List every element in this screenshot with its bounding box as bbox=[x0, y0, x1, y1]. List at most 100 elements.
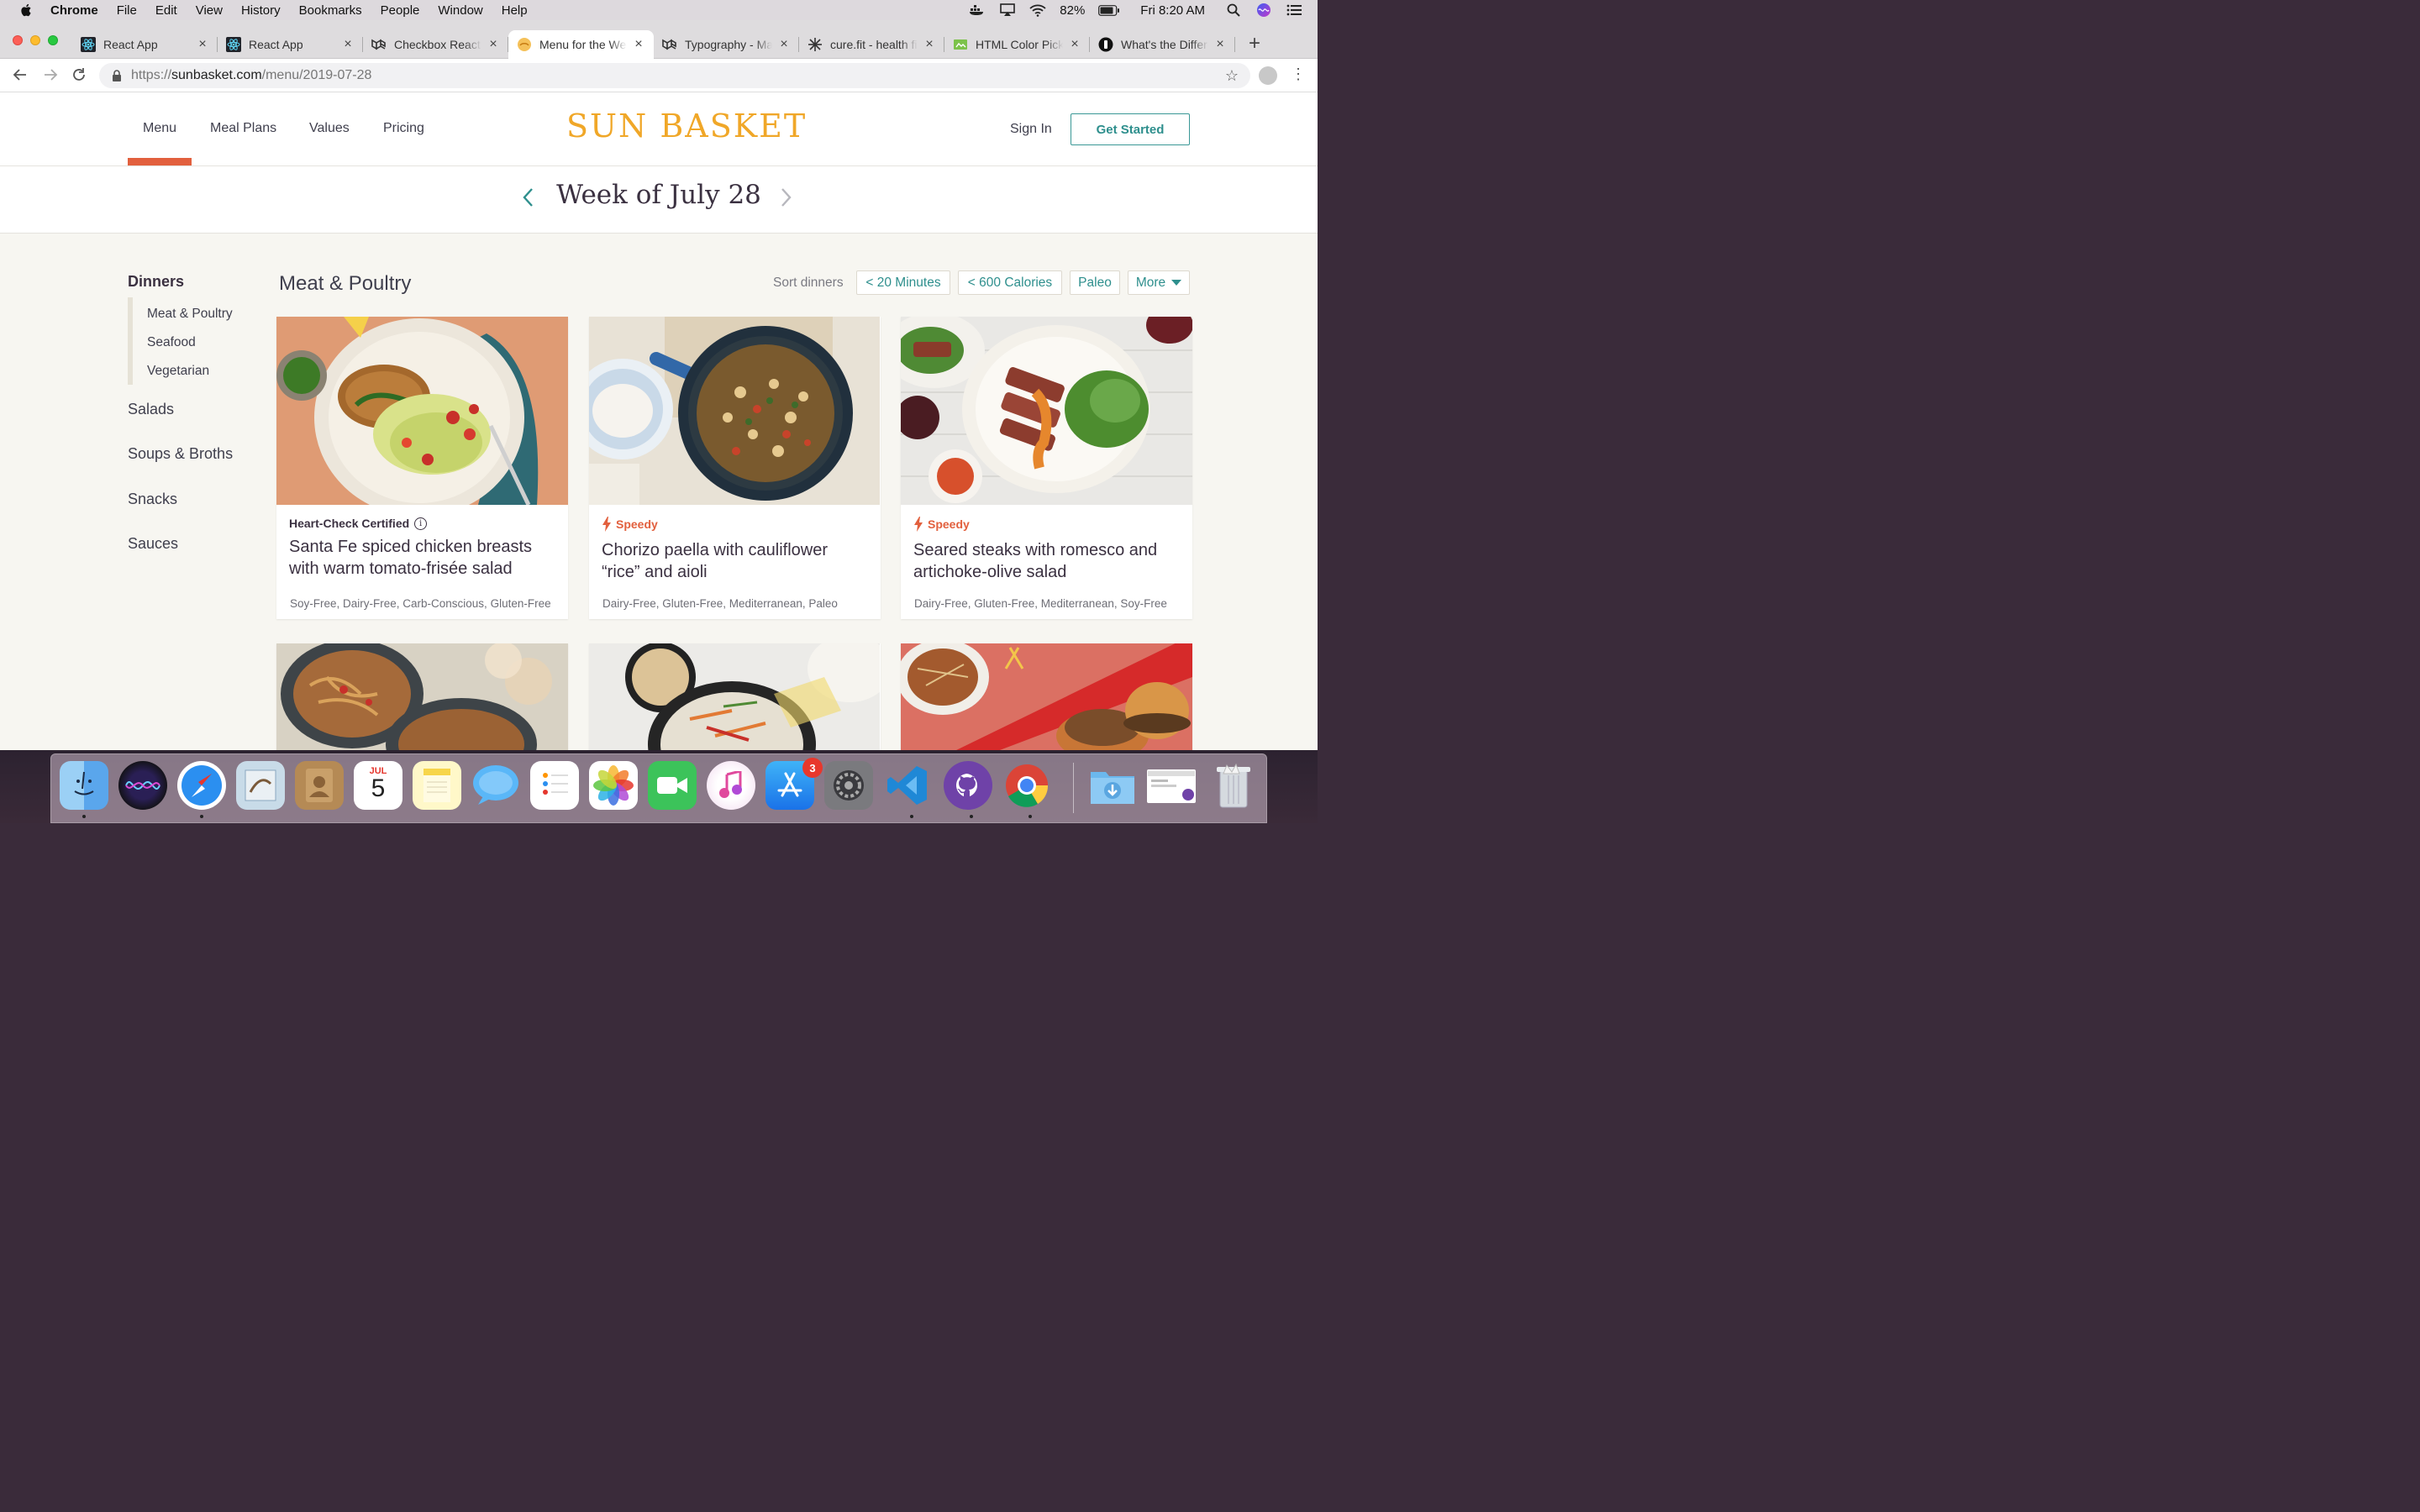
filter-more-dropdown[interactable]: More bbox=[1128, 270, 1190, 295]
itunes-icon[interactable] bbox=[707, 761, 755, 810]
menu-people[interactable]: People bbox=[381, 3, 420, 18]
nav-pricing[interactable]: Pricing bbox=[383, 121, 424, 136]
sidebar-item-salads[interactable]: Salads bbox=[128, 401, 174, 418]
recent-window-thumbnail-icon[interactable] bbox=[1147, 769, 1196, 803]
airplay-icon[interactable] bbox=[999, 3, 1016, 17]
recipe-photo-noodle-salad[interactable] bbox=[589, 643, 881, 750]
sign-in-link[interactable]: Sign In bbox=[1010, 122, 1052, 137]
docker-icon[interactable] bbox=[969, 3, 986, 17]
tab-curefit[interactable]: cure.fit - health fitness × bbox=[799, 30, 944, 59]
tab-close-icon[interactable]: × bbox=[487, 38, 500, 51]
recipe-title[interactable]: Chorizo paella with cauliflower “rice” a… bbox=[602, 539, 871, 583]
nav-values[interactable]: Values bbox=[309, 121, 350, 136]
recipe-photo-sliders[interactable] bbox=[901, 643, 1192, 750]
filter-under-20-minutes[interactable]: < 20 Minutes bbox=[856, 270, 950, 295]
tab-sunbasket-menu[interactable]: Menu for the Week × bbox=[508, 30, 654, 59]
recipe-card[interactable]: Heart-Check Certified i Santa Fe spiced … bbox=[276, 317, 568, 619]
recipe-photo-paella[interactable] bbox=[589, 317, 881, 505]
filter-paleo[interactable]: Paleo bbox=[1070, 270, 1120, 295]
siri-icon[interactable] bbox=[118, 761, 167, 810]
facetime-icon[interactable] bbox=[648, 761, 697, 810]
vscode-icon[interactable] bbox=[883, 761, 932, 810]
mail-icon[interactable] bbox=[236, 761, 285, 810]
tab-close-icon[interactable]: × bbox=[632, 38, 645, 51]
tab-close-icon[interactable]: × bbox=[923, 38, 936, 51]
trash-icon[interactable] bbox=[1209, 761, 1258, 810]
browser-menu-icon[interactable]: ⋮ bbox=[1291, 66, 1306, 82]
siri-icon[interactable] bbox=[1255, 3, 1272, 17]
calendar-icon[interactable]: JUL 5 bbox=[354, 761, 402, 810]
menu-help[interactable]: Help bbox=[502, 3, 528, 18]
reminders-icon[interactable] bbox=[530, 761, 579, 810]
forward-arrow-icon[interactable] bbox=[42, 67, 59, 84]
tab-close-icon[interactable]: × bbox=[196, 38, 209, 51]
bookmark-star-icon[interactable]: ☆ bbox=[1225, 67, 1239, 85]
recipe-card[interactable] bbox=[276, 643, 568, 750]
apple-logo-icon[interactable] bbox=[18, 3, 34, 18]
sidebar-item-meat-poultry[interactable]: Meat & Poultry bbox=[147, 307, 233, 322]
notes-icon[interactable] bbox=[413, 761, 461, 810]
back-arrow-icon[interactable] bbox=[12, 67, 29, 84]
messages-icon[interactable] bbox=[471, 761, 520, 810]
sidebar-item-sauces[interactable]: Sauces bbox=[128, 535, 178, 553]
menu-bookmarks[interactable]: Bookmarks bbox=[299, 3, 362, 18]
tab-html-color-picker[interactable]: HTML Color Picker × bbox=[944, 30, 1090, 59]
profile-avatar-icon[interactable] bbox=[1259, 66, 1277, 85]
battery-icon[interactable] bbox=[1098, 3, 1120, 17]
sidebar-dinners[interactable]: Dinners bbox=[128, 273, 184, 291]
info-icon[interactable]: i bbox=[414, 517, 428, 530]
tab-checkbox-react[interactable]: Checkbox React × bbox=[363, 30, 508, 59]
sunbasket-logo[interactable]: SUN BASKET bbox=[566, 108, 807, 144]
contacts-icon[interactable] bbox=[295, 761, 344, 810]
tab-close-icon[interactable]: × bbox=[1068, 38, 1081, 51]
reload-icon[interactable] bbox=[71, 67, 87, 84]
tab-react-app-1[interactable]: React App × bbox=[72, 30, 218, 59]
menu-window[interactable]: Window bbox=[438, 3, 482, 18]
notification-center-icon[interactable] bbox=[1286, 3, 1302, 17]
get-started-button[interactable]: Get Started bbox=[1071, 113, 1190, 145]
sidebar-item-soups-broths[interactable]: Soups & Broths bbox=[128, 445, 233, 463]
recipe-title[interactable]: Santa Fe spiced chicken breasts with war… bbox=[289, 536, 558, 580]
tab-typography[interactable]: Typography - Material × bbox=[654, 30, 799, 59]
downloads-folder-icon[interactable] bbox=[1088, 761, 1137, 810]
menu-app-name[interactable]: Chrome bbox=[50, 3, 98, 18]
tab-whats-the-difference[interactable]: What's the Difference × bbox=[1090, 30, 1235, 59]
window-close-button[interactable] bbox=[13, 35, 23, 45]
recipe-card[interactable] bbox=[901, 643, 1192, 750]
tab-close-icon[interactable]: × bbox=[341, 38, 355, 51]
github-desktop-icon[interactable] bbox=[944, 761, 992, 810]
menu-view[interactable]: View bbox=[196, 3, 223, 18]
recipe-photo-chicken[interactable] bbox=[276, 317, 568, 505]
nav-menu[interactable]: Menu bbox=[143, 121, 176, 136]
recipe-card[interactable]: Speedy Seared steaks with romesco and ar… bbox=[901, 317, 1192, 619]
menubar-clock[interactable]: Fri 8:20 AM bbox=[1140, 3, 1205, 18]
recipe-card[interactable] bbox=[589, 643, 881, 750]
tab-close-icon[interactable]: × bbox=[1213, 38, 1227, 51]
recipe-title[interactable]: Seared steaks with romesco and artichoke… bbox=[913, 539, 1182, 583]
next-week-icon[interactable] bbox=[780, 186, 793, 213]
system-preferences-icon[interactable] bbox=[824, 761, 873, 810]
tab-react-app-2[interactable]: React App × bbox=[218, 30, 363, 59]
menu-history[interactable]: History bbox=[241, 3, 281, 18]
recipe-photo-noodle-bowls[interactable] bbox=[276, 643, 568, 750]
tab-close-icon[interactable]: × bbox=[777, 38, 791, 51]
finder-icon[interactable] bbox=[60, 761, 108, 810]
menu-file[interactable]: File bbox=[117, 3, 137, 18]
nav-meal-plans[interactable]: Meal Plans bbox=[210, 121, 276, 136]
spotlight-search-icon[interactable] bbox=[1225, 3, 1242, 17]
safari-icon[interactable] bbox=[177, 761, 226, 810]
recipe-photo-steak[interactable] bbox=[901, 317, 1192, 505]
chrome-icon[interactable] bbox=[1002, 761, 1051, 810]
wifi-icon[interactable] bbox=[1029, 3, 1046, 17]
new-tab-button[interactable]: + bbox=[1249, 34, 1260, 54]
sidebar-item-snacks[interactable]: Snacks bbox=[128, 491, 177, 508]
window-zoom-button[interactable] bbox=[48, 35, 58, 45]
sidebar-item-seafood[interactable]: Seafood bbox=[147, 335, 196, 350]
menu-edit[interactable]: Edit bbox=[155, 3, 177, 18]
recipe-card[interactable]: Speedy Chorizo paella with cauliflower “… bbox=[589, 317, 881, 619]
sidebar-item-vegetarian[interactable]: Vegetarian bbox=[147, 364, 209, 379]
photos-icon[interactable] bbox=[589, 761, 638, 810]
window-minimize-button[interactable] bbox=[30, 35, 40, 45]
filter-under-600-calories[interactable]: < 600 Calories bbox=[958, 270, 1062, 295]
address-bar[interactable]: https://sunbasket.com/menu/2019-07-28 ☆ bbox=[99, 63, 1250, 88]
